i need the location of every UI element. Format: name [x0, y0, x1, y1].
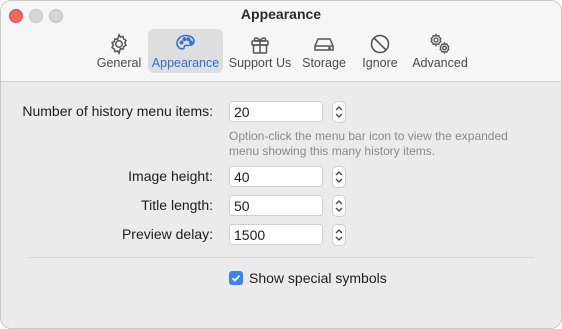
history-items-help-text: Option-click the menu bar icon to view t… — [229, 129, 508, 158]
title-length-stepper[interactable] — [332, 195, 346, 217]
history-items-field[interactable]: 20 — [229, 101, 323, 122]
gears-icon — [428, 32, 452, 56]
image-height-label: Image height: — [128, 168, 213, 184]
tab-label: Ignore — [362, 56, 398, 70]
gift-icon — [248, 32, 272, 56]
title-length-field[interactable]: 50 — [229, 195, 323, 216]
show-special-symbols-checkbox[interactable] — [229, 271, 243, 285]
stepper-arrows-icon — [335, 171, 343, 183]
title-length-label: Title length: — [141, 197, 213, 213]
tab-general[interactable]: General — [92, 29, 146, 73]
tab-label: Storage — [302, 56, 346, 70]
disk-drive-icon — [312, 32, 336, 56]
prohibited-icon — [368, 32, 392, 56]
tab-label: Support Us — [228, 56, 292, 70]
history-items-label: Number of history menu items: — [22, 103, 213, 119]
tab-label: General — [96, 56, 142, 70]
tab-appearance[interactable]: Appearance — [148, 29, 223, 73]
preview-delay-field[interactable]: 1500 — [229, 224, 323, 245]
tab-advanced[interactable]: Advanced — [411, 29, 469, 73]
tab-storage[interactable]: Storage — [299, 29, 349, 73]
section-divider — [28, 257, 534, 258]
preferences-window: Appearance General Appearance Support Us… — [0, 0, 562, 329]
image-height-field[interactable]: 40 — [229, 166, 323, 187]
window-title: Appearance — [240, 6, 322, 22]
palette-icon — [174, 32, 198, 56]
stepper-arrows-icon — [335, 200, 343, 212]
history-items-stepper[interactable] — [332, 101, 346, 123]
preview-delay-stepper[interactable] — [332, 224, 346, 246]
checkmark-icon — [231, 274, 241, 282]
stepper-arrows-icon — [335, 106, 343, 118]
tab-label: Appearance — [151, 56, 220, 70]
tab-support-us[interactable]: Support Us — [227, 29, 293, 73]
gear-icon — [107, 32, 131, 56]
preview-delay-label: Preview delay: — [121, 226, 213, 242]
title-bar: Appearance General Appearance Support Us… — [1, 1, 561, 82]
tab-label: Advanced — [412, 56, 468, 70]
show-special-symbols-label[interactable]: Show special symbols — [249, 270, 387, 286]
stepper-arrows-icon — [335, 229, 343, 241]
image-height-stepper[interactable] — [332, 166, 346, 188]
tab-ignore[interactable]: Ignore — [357, 29, 403, 73]
